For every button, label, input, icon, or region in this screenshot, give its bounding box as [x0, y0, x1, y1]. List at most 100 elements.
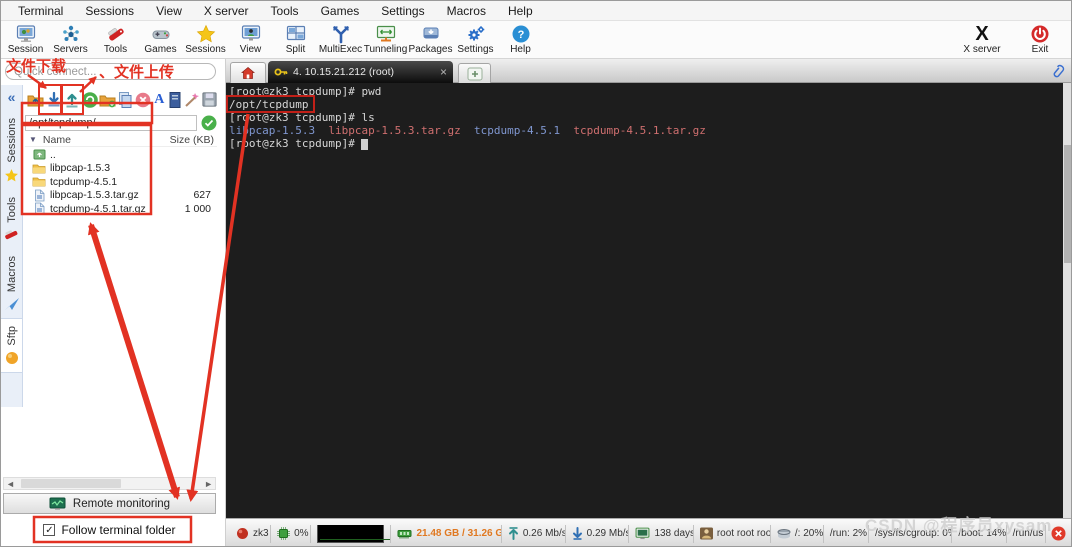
toolbar-split-button[interactable]: Split	[273, 22, 318, 58]
attach-icon[interactable]	[1051, 63, 1065, 79]
toolbar-tunneling-button[interactable]: Tunneling	[363, 22, 408, 58]
status-text: 0%	[294, 528, 309, 539]
sftp-rename-button[interactable]: A	[152, 89, 167, 111]
knife-icon	[3, 227, 20, 242]
packages-icon	[421, 24, 441, 44]
exit-icon	[1030, 24, 1050, 44]
sftp-copy-button[interactable]	[117, 89, 133, 111]
toolbar-label: Sessions	[185, 43, 226, 55]
sftp-icon	[5, 351, 19, 365]
sidebar-tab-tools[interactable]: Tools	[1, 190, 22, 250]
mobaxterm-window: Terminal Sessions View X server Tools Games Se…	[0, 0, 1072, 547]
terminal-screen[interactable]: [root@zk3 tcpdump]# pwd/opt/tcpdump [root…	[226, 83, 1063, 518]
toolbar-games-button[interactable]: Games	[138, 22, 183, 58]
menu-sessions[interactable]: Sessions	[74, 2, 145, 20]
terminal-scrollbar[interactable]	[1063, 83, 1071, 518]
toolbar-multiexec-button[interactable]: MultiExec	[318, 22, 363, 58]
games-icon	[151, 24, 171, 44]
remote-monitoring-button[interactable]: Remote monitoring	[3, 493, 216, 514]
new-tab-button[interactable]	[458, 63, 491, 83]
down-arrow-icon	[572, 527, 583, 540]
tab-close-icon[interactable]: ×	[440, 65, 447, 79]
menu-terminal[interactable]: Terminal	[7, 2, 74, 20]
toolbar-help-button[interactable]: ? Help	[498, 22, 543, 58]
tab-home[interactable]	[230, 62, 266, 83]
status-text: 0.26 Mb/s	[522, 528, 566, 539]
menu-macros[interactable]: Macros	[436, 2, 497, 20]
sftp-folder-up-button[interactable]	[27, 89, 44, 111]
terminal-cursor	[361, 139, 369, 150]
status-20: /: 20%	[771, 524, 824, 543]
toolbar-session-button[interactable]: Session	[3, 22, 48, 58]
toolbar-exit-button[interactable]: Exit	[1011, 22, 1069, 58]
menu-settings[interactable]: Settings	[370, 2, 435, 20]
menu-games[interactable]: Games	[310, 2, 371, 20]
status-text: /sys/fs/cgroup: 0%	[874, 528, 953, 539]
column-name[interactable]: Name	[43, 134, 71, 146]
file-row-tcpdump-4-5-1-tar-gz[interactable]: tcpdump-4.5.1.tar.gz 1 000	[25, 202, 217, 216]
key-icon	[274, 66, 288, 78]
toolbar-x-server-button[interactable]: XX server	[953, 22, 1011, 58]
toolbar-sessions-button[interactable]: Sessions	[183, 22, 228, 58]
terminal-tab-bar: 4. 10.15.21.212 (root) ×	[226, 59, 1071, 83]
disk-icon	[777, 528, 791, 540]
column-size[interactable]: Size (KB)	[170, 134, 217, 146]
sidebar-tab-macros[interactable]: Macros	[1, 249, 22, 318]
file-list-header[interactable]: ▼ Name Size (KB)	[25, 133, 217, 147]
status-close-button[interactable]	[1046, 526, 1071, 541]
sftp-upload-button[interactable]	[63, 89, 80, 111]
file-row-tcpdump-4-5-1[interactable]: tcpdump-4.5.1	[25, 175, 217, 189]
menu-tools[interactable]: Tools	[260, 2, 310, 20]
toolbar-tools-button[interactable]: Tools	[93, 22, 138, 58]
status-text: 21.48 GB / 31.26 GB	[416, 528, 502, 539]
sftp-wand-button[interactable]	[183, 89, 200, 111]
status-text: root root root	[716, 528, 771, 539]
servers-icon	[61, 24, 81, 44]
scroll-left-icon[interactable]: ◄	[6, 479, 15, 489]
toolbar-settings-button[interactable]: Settings	[453, 22, 498, 58]
terminal-text: tcpdump-4.5.1.tar.gz	[573, 124, 706, 137]
tab-active-session[interactable]: 4. 10.15.21.212 (root) ×	[268, 61, 453, 83]
sftp-save-button[interactable]	[201, 89, 218, 111]
path-input[interactable]	[25, 114, 197, 131]
terminal-line: libpcap-1.5.3 libpcap-1.5.3.tar.gz tcpdu…	[229, 124, 1063, 137]
go-to-path-button[interactable]	[200, 115, 217, 131]
sidebar-tab-sessions[interactable]: Sessions	[1, 111, 22, 190]
file-row-libpcap-1-5-3[interactable]: libpcap-1.5.3	[25, 162, 217, 176]
file-panel-hscrollbar[interactable]: ◄ ►	[3, 477, 216, 490]
refresh-icon	[81, 91, 99, 109]
toolbar-label: Servers	[53, 43, 88, 55]
file-row-item[interactable]: ..	[25, 148, 217, 162]
hscroll-thumb[interactable]	[20, 479, 121, 488]
status-138-days: 138 days	[629, 524, 694, 543]
sidebar-tab-label: Macros	[5, 256, 18, 293]
folder-icon	[31, 176, 47, 187]
quick-connect-input[interactable]	[5, 63, 216, 80]
menu-view[interactable]: View	[145, 2, 193, 20]
status-boot-14: /boot: 14%	[952, 524, 1007, 543]
follow-terminal-checkbox[interactable]: ✓	[43, 524, 56, 536]
follow-terminal-label: Follow terminal folder	[61, 523, 176, 537]
rename-icon: A	[154, 91, 165, 107]
sftp-download-button[interactable]	[45, 89, 62, 111]
file-row-libpcap-1-5-3-tar-gz[interactable]: libpcap-1.5.3.tar.gz 627	[25, 189, 217, 203]
menu-x-server[interactable]: X server	[193, 2, 260, 20]
sftp-refresh-button[interactable]	[81, 89, 98, 111]
sftp-new-folder-button[interactable]	[99, 89, 116, 111]
terminal-line: [root@zk3 tcpdump]# ls	[229, 111, 1063, 124]
toolbar-servers-button[interactable]: Servers	[48, 22, 93, 58]
sidebar-tab-sftp[interactable]: Sftp	[1, 318, 22, 373]
new-tab-plus-icon	[467, 67, 483, 81]
menu-help[interactable]: Help	[497, 2, 544, 20]
collapse-sidebar-icon[interactable]: «	[8, 89, 16, 105]
status-bar: zk3 0% 21.48 GB / 31.26 GB 0.26 Mb/s 0.29 Mb…	[226, 518, 1071, 546]
settings-icon	[466, 24, 486, 44]
sort-indicator-icon: ▼	[29, 135, 37, 144]
sidebar-tab-label: Sessions	[5, 118, 18, 163]
sftp-delete-button[interactable]	[134, 89, 151, 111]
toolbar-view-button[interactable]: View	[228, 22, 273, 58]
toolbar-packages-button[interactable]: Packages	[408, 22, 453, 58]
scroll-right-icon[interactable]: ►	[204, 479, 213, 489]
sftp-file-info-button[interactable]	[168, 89, 183, 111]
terminal-scrollbar-thumb[interactable]	[1064, 145, 1071, 263]
